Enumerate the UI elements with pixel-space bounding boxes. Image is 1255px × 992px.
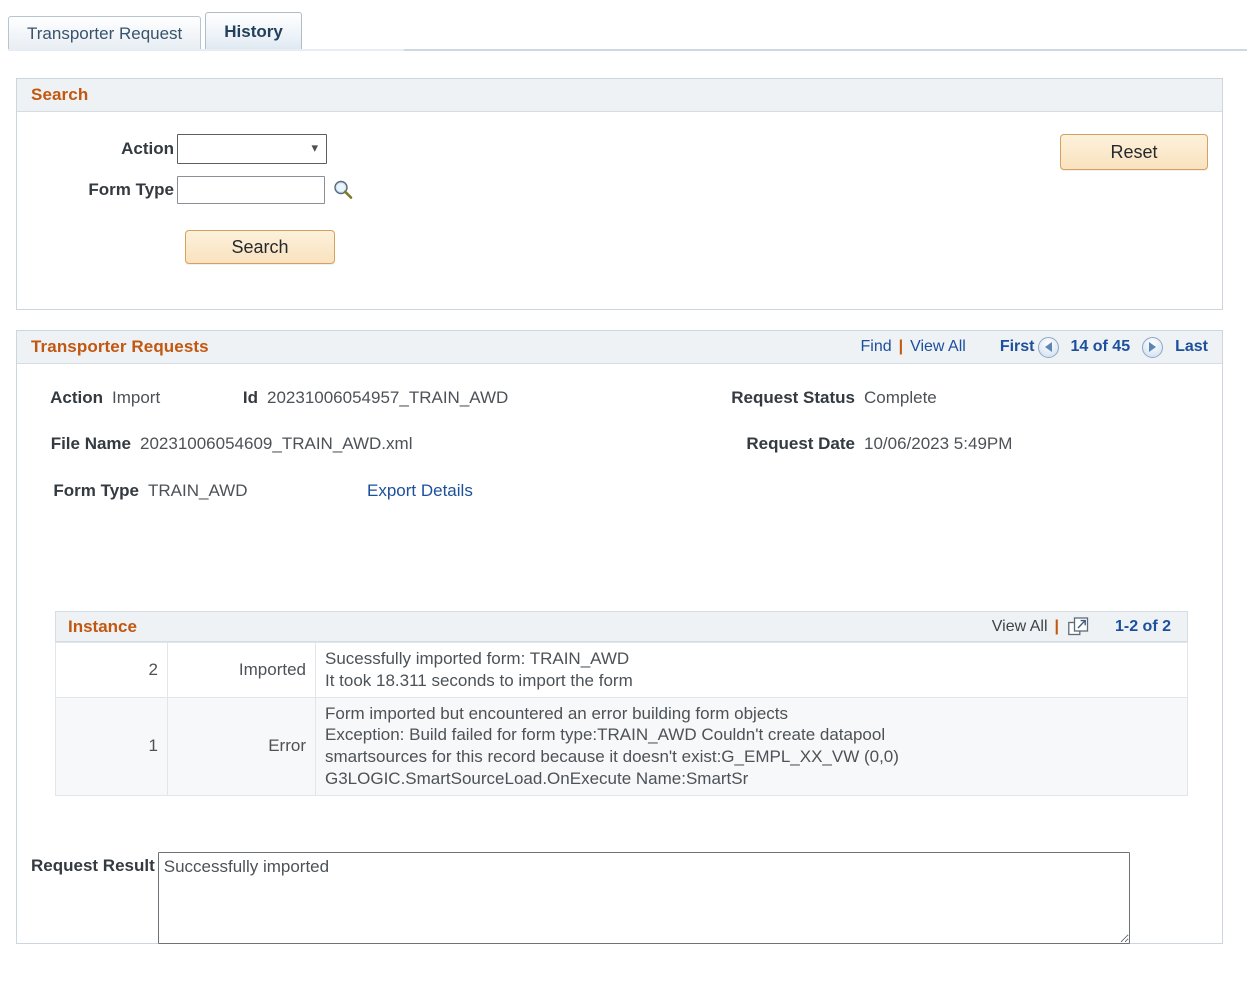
view-all-link[interactable]: View All: [910, 338, 966, 356]
search-panel-header: Search: [17, 79, 1222, 112]
instance-status-cell: Imported: [167, 642, 316, 698]
instance-number-cell: 2: [55, 642, 168, 698]
instance-message-cell: Sucessfully imported form: TRAIN_AWD It …: [315, 642, 1188, 698]
expand-grid-icon[interactable]: [1068, 617, 1089, 636]
instance-grid-controls: View All | 1-2 of 2: [992, 617, 1175, 636]
form-type-field-row: Form Type: [31, 176, 354, 204]
detail-form-type-value: TRAIN_AWD: [148, 481, 248, 500]
instance-view-all-link[interactable]: View All: [992, 618, 1048, 636]
last-link[interactable]: Last: [1175, 338, 1208, 356]
first-link[interactable]: First: [1000, 338, 1035, 356]
requests-panel-nav: Find | View All First 14 of 45 Last: [860, 336, 1208, 358]
instance-number-cell: 1: [55, 696, 168, 796]
search-panel: Search Action ▾ Form Type Search Reset: [16, 78, 1223, 310]
search-panel-title: Search: [31, 85, 89, 104]
instance-nav-separator: |: [1054, 617, 1059, 635]
requests-panel-header: Transporter Requests Find | View All Fir…: [17, 331, 1222, 364]
transporter-history-page: Transporter Request History Search Actio…: [0, 0, 1255, 992]
detail-request-status-label: Request Status: [731, 388, 855, 407]
action-select[interactable]: [177, 134, 327, 164]
tab-history[interactable]: History: [205, 12, 302, 50]
prev-arrow-icon[interactable]: [1037, 336, 1059, 358]
search-panel-body: Action ▾ Form Type Search Reset: [17, 112, 1222, 310]
reset-button[interactable]: Reset: [1060, 134, 1208, 170]
instance-grid-title: Instance: [68, 616, 137, 636]
tab-underline: [8, 49, 1247, 51]
table-row[interactable]: 1 Error Form imported but encountered an…: [55, 696, 1188, 796]
detail-action-label: Action: [50, 388, 103, 407]
instance-table: 2 Imported Sucessfully imported form: TR…: [55, 642, 1188, 796]
tab-transporter-request[interactable]: Transporter Request: [8, 16, 202, 50]
next-arrow-icon[interactable]: [1142, 336, 1164, 358]
instance-message-cell: Form imported but encountered an error b…: [315, 696, 1188, 796]
search-icon[interactable]: [332, 179, 354, 201]
detail-id-label: Id: [242, 388, 258, 407]
tab-history-label: History: [224, 21, 283, 41]
transporter-requests-panel: Transporter Requests Find | View All Fir…: [16, 330, 1223, 944]
action-field-row: Action ▾: [31, 134, 327, 164]
request-result-label: Request Result: [31, 856, 155, 875]
request-result-row: Request Result Successfully imported: [31, 852, 1130, 944]
instance-status-cell: Error: [167, 696, 316, 796]
action-label: Action: [121, 139, 174, 158]
detail-id-value: 20231006054957_TRAIN_AWD: [267, 388, 509, 407]
instance-grid-header: Instance View All | 1-2 of 2: [55, 611, 1188, 642]
detail-request-date-label: Request Date: [746, 434, 855, 453]
form-type-input[interactable]: [177, 176, 325, 204]
table-row[interactable]: 2 Imported Sucessfully imported form: TR…: [55, 642, 1188, 698]
detail-file-name-value: 20231006054609_TRAIN_AWD.xml: [140, 434, 413, 453]
instance-grid: Instance View All | 1-2 of 2 2 Imported …: [55, 611, 1188, 796]
record-counter: 14 of 45: [1070, 338, 1131, 355]
search-button[interactable]: Search: [185, 230, 335, 264]
detail-action-value: Import: [112, 388, 161, 407]
detail-request-status-value: Complete: [864, 388, 937, 407]
detail-request-date-value: 10/06/2023 5:49PM: [864, 434, 1013, 453]
export-details-link[interactable]: Export Details: [367, 481, 473, 501]
requests-panel-title: Transporter Requests: [31, 337, 209, 356]
action-select-wrapper: ▾: [177, 134, 327, 164]
form-type-label: Form Type: [88, 180, 174, 199]
tab-bar: Transporter Request History: [8, 12, 1247, 52]
requests-panel-body: Action Import Id 20231006054957_TRAIN_AW…: [17, 364, 1222, 944]
detail-form-type-label: Form Type: [53, 481, 139, 500]
find-link[interactable]: Find: [860, 338, 891, 356]
detail-file-name-label: File Name: [50, 434, 131, 453]
record-pager: First 14 of 45 Last: [1000, 336, 1208, 358]
tab-transporter-request-label: Transporter Request: [27, 23, 183, 43]
request-detail-fields: Action Import Id 20231006054957_TRAIN_AW…: [17, 364, 1222, 532]
request-result-textarea[interactable]: Successfully imported: [157, 852, 1130, 944]
nav-separator: |: [898, 338, 904, 355]
instance-range-count: 1-2 of 2: [1114, 617, 1171, 635]
